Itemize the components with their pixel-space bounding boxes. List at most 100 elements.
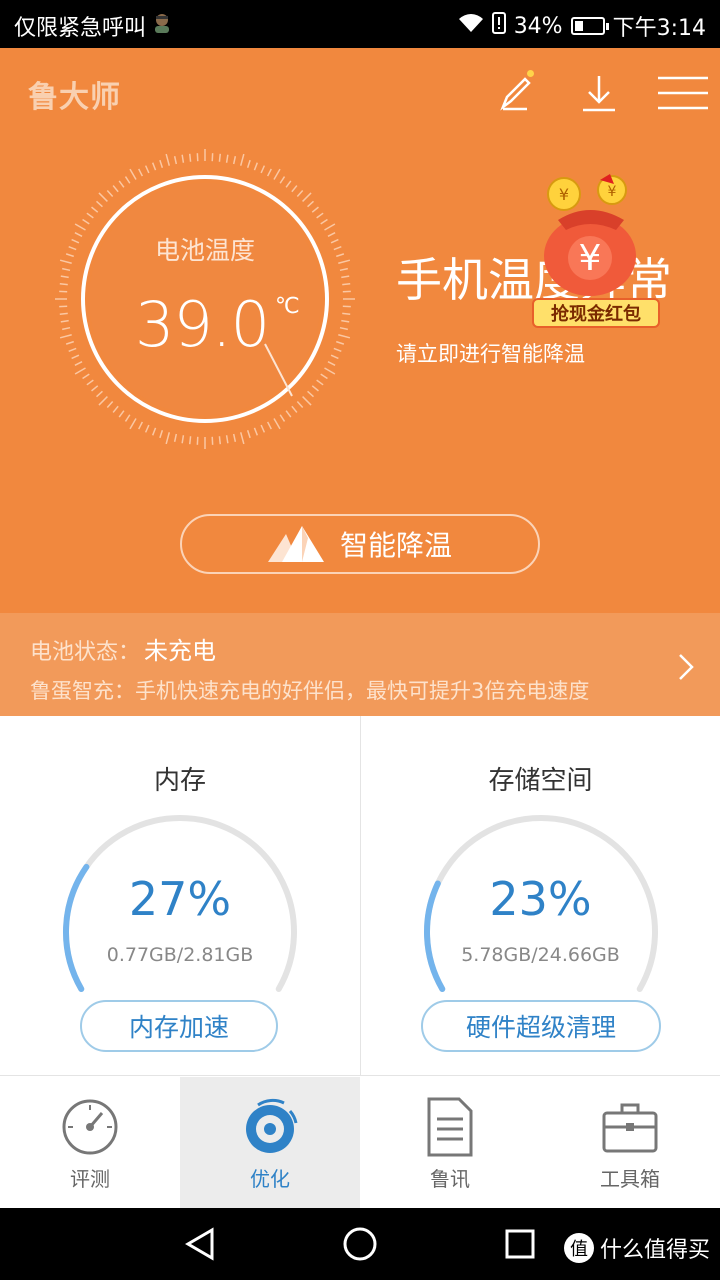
gauge-tick <box>60 319 69 323</box>
smart-cooling-label: 智能降温 <box>339 529 452 562</box>
download-button[interactable] <box>574 68 624 118</box>
gauge-tick <box>151 162 157 171</box>
tab-optimize[interactable]: 优化 <box>180 1077 360 1208</box>
gauge-tick <box>291 185 298 193</box>
gauge-tick <box>106 401 114 409</box>
gauge-tick <box>82 218 90 225</box>
gauge-tick <box>91 206 99 213</box>
download-icon <box>583 76 615 112</box>
storage-title: 存储空间 <box>488 766 593 796</box>
gauge-tick <box>341 319 350 323</box>
speedometer-icon <box>60 1097 120 1157</box>
gauge-tick <box>218 153 222 162</box>
wifi-icon <box>458 13 484 39</box>
temperature-readout: 39.0 ℃ <box>135 288 300 361</box>
gauge-tick <box>333 347 342 353</box>
gauge-tick <box>320 373 328 380</box>
gauge-tick <box>239 153 245 166</box>
recents-icon <box>505 1229 535 1259</box>
gauge-tick <box>311 385 319 392</box>
gauge-tick <box>98 192 108 202</box>
gauge-label: 电池温度 <box>154 236 255 265</box>
gauge-tick <box>296 401 304 409</box>
gauge-tick <box>91 385 99 392</box>
battery-temperature-panel: 鲁大师 电池温度 39.0 ℃ 手机温度异常 请立即进行智能降温 ¥ ¥ ¥ 抢… <box>0 48 720 613</box>
smart-cooling-button[interactable]: 智能降温 <box>180 514 540 574</box>
gauge-tick <box>129 418 137 430</box>
memory-usage: 0.77GB/2.81GB <box>106 944 254 966</box>
gauge-tick <box>311 206 319 213</box>
home-button[interactable] <box>342 1226 378 1266</box>
edit-icon <box>500 77 531 111</box>
battery-status-banner[interactable]: 电池状态： 未充电 鲁蛋智充：手机快速充电的好伴侣，最快可提升3倍充电速度 <box>0 613 720 716</box>
svg-text:¥: ¥ <box>559 185 569 204</box>
gauge-tick <box>181 435 185 444</box>
optimize-disc-icon <box>240 1097 300 1157</box>
gauge-tick <box>68 347 77 353</box>
gauge-tick <box>327 360 336 366</box>
bottom-nav: 评测 优化 鲁讯 工具箱 <box>0 1077 720 1208</box>
chevron-right-icon <box>678 653 694 685</box>
gauge-tick <box>144 165 150 174</box>
gauge-tick <box>59 282 68 286</box>
memory-percent: 27% <box>128 872 232 926</box>
clock: 下午3:14 <box>612 16 706 41</box>
gauge-tick <box>129 168 137 180</box>
gauge-tick <box>60 275 69 279</box>
tab-benchmark[interactable]: 评测 <box>0 1077 180 1208</box>
tab-news[interactable]: 鲁讯 <box>360 1077 540 1208</box>
storage-percent: 23% <box>489 872 592 926</box>
system-nav-bar: 值 什么值得买 <box>0 1208 720 1280</box>
recents-button[interactable] <box>504 1226 536 1266</box>
gauge-tick <box>62 326 71 331</box>
gauge-tick <box>266 421 272 430</box>
menu-icon <box>658 76 708 110</box>
tab-toolbox[interactable]: 工具箱 <box>540 1077 720 1208</box>
money-bag-icon: ¥ ¥ ¥ <box>544 174 636 296</box>
svg-text:¥: ¥ <box>579 238 602 279</box>
gauge-tick <box>273 168 281 180</box>
gauge-tick <box>225 435 229 444</box>
gauge-tick <box>112 405 119 413</box>
gauge-tick <box>330 354 339 360</box>
watermark-badge: 值 <box>563 1233 594 1263</box>
gauge-tick <box>225 154 229 163</box>
memory-title: 内存 <box>153 766 206 796</box>
battery-status-value: 未充电 <box>144 637 217 665</box>
red-packet-promo[interactable]: ¥ ¥ ¥ 抢现金红包 <box>528 170 664 330</box>
gauge-tick <box>159 430 164 439</box>
gauge-tick <box>253 162 259 171</box>
gauge-tick <box>188 153 192 162</box>
gauge-tick <box>307 390 315 398</box>
gauge-tick <box>316 212 324 219</box>
gauge-tick <box>98 396 108 406</box>
gauge-tick <box>86 379 94 386</box>
gauge-tick <box>95 390 103 398</box>
gauge-tick <box>266 168 272 177</box>
back-button[interactable] <box>184 1226 216 1266</box>
gauge-tick <box>342 312 351 316</box>
gauge-tick <box>86 212 94 219</box>
edit-button[interactable] <box>490 68 540 118</box>
battery-status-label: 电池状态： <box>30 640 141 665</box>
temperature-unit: ℃ <box>275 294 300 319</box>
gauge-tick <box>260 165 266 174</box>
watermark: 值 什么值得买 <box>563 1232 710 1264</box>
gauge-tick <box>336 340 345 345</box>
gauge-tick <box>159 159 164 168</box>
gauge-tick <box>239 432 245 445</box>
resource-cards: 内存 27% 0.77GB/2.81GB 内存加速 存储空间 23% 5.78G… <box>0 716 720 1076</box>
notification-dot <box>527 70 534 77</box>
gauge-tick <box>246 159 251 168</box>
menu-button[interactable] <box>658 68 708 118</box>
memory-boost-button[interactable]: 内存加速 <box>80 1000 278 1052</box>
gauge-tick <box>324 223 336 231</box>
gauge-tick <box>341 275 350 279</box>
back-icon <box>185 1227 214 1261</box>
home-icon <box>343 1227 377 1261</box>
hardware-clean-button[interactable]: 硬件超级清理 <box>421 1000 661 1052</box>
gauge-tick <box>291 405 298 413</box>
gauge-tick <box>74 367 86 375</box>
gauge-tick <box>65 340 74 345</box>
gauge-tick <box>59 333 72 339</box>
